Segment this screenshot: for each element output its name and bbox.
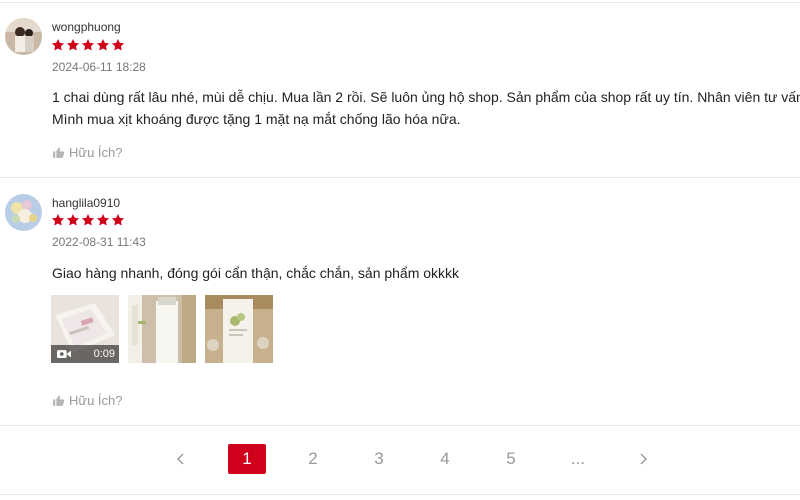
star-icon [96,39,110,51]
chevron-right-icon [640,453,647,465]
review-video-thumbnail[interactable]: 0:09 [51,295,119,363]
bottom-divider [0,494,800,495]
helpful-label: Hữu Ích? [69,393,123,408]
chevron-left-icon [177,453,184,465]
review-content-line: Giao hàng nhanh, đóng gói cẩn thận, chắc… [52,265,460,281]
review-content: 1 chai dùng rất lâu nhé, mùi dễ chịu. Mu… [52,86,800,130]
star-icon [51,214,65,226]
review-content-line: Mình mua xịt khoáng được tặng 1 mặt nạ m… [52,111,461,127]
pagination-next-button[interactable] [628,444,658,474]
review-image-thumbnail[interactable] [205,295,273,363]
thumbs-up-icon [53,395,65,406]
review-item: hanglila0910 2022-08-31 11:43 Giao hàng … [0,178,800,426]
review-media-list: 0:09 [51,295,273,363]
pagination: 1 2 3 4 5 ... [0,444,800,474]
reviewer-username[interactable]: hanglila0910 [52,196,120,210]
rating-stars [51,213,125,227]
star-icon [111,39,125,51]
review-date: 2022-08-31 11:43 [52,235,146,249]
helpful-button[interactable]: Hữu Ích? [52,145,123,160]
video-overlay: 0:09 [51,345,119,363]
review-date: 2024-06-11 18:28 [52,60,146,74]
pagination-page-2[interactable]: 2 [298,444,328,474]
rating-stars [51,38,125,52]
star-icon [81,214,95,226]
pagination-page-5[interactable]: 5 [496,444,526,474]
thumbs-up-icon [53,147,65,158]
star-icon [66,39,80,51]
helpful-button[interactable]: Hữu Ích? [52,393,123,408]
reviewer-username[interactable]: wongphuong [52,20,121,34]
review-content-line: 1 chai dùng rất lâu nhé, mùi dễ chịu. Mu… [52,89,800,105]
pagination-ellipsis: ... [570,449,586,468]
pagination-page-4[interactable]: 4 [430,444,460,474]
pagination-page-1[interactable]: 1 [228,444,266,474]
review-item: wongphuong 2024-06-11 18:28 1 chai dùng … [0,0,800,178]
star-icon [51,39,65,51]
pagination-page-3[interactable]: 3 [364,444,394,474]
avatar[interactable] [5,194,42,231]
avatar[interactable] [5,18,42,55]
video-camera-icon [57,350,71,358]
star-icon [66,214,80,226]
star-icon [96,214,110,226]
review-content: Giao hàng nhanh, đóng gói cẩn thận, chắc… [52,262,459,284]
star-icon [111,214,125,226]
video-duration: 0:09 [93,348,115,360]
pagination-prev-button[interactable] [166,444,196,474]
star-icon [81,39,95,51]
helpful-label: Hữu Ích? [69,145,123,160]
review-image-thumbnail[interactable] [128,295,196,363]
